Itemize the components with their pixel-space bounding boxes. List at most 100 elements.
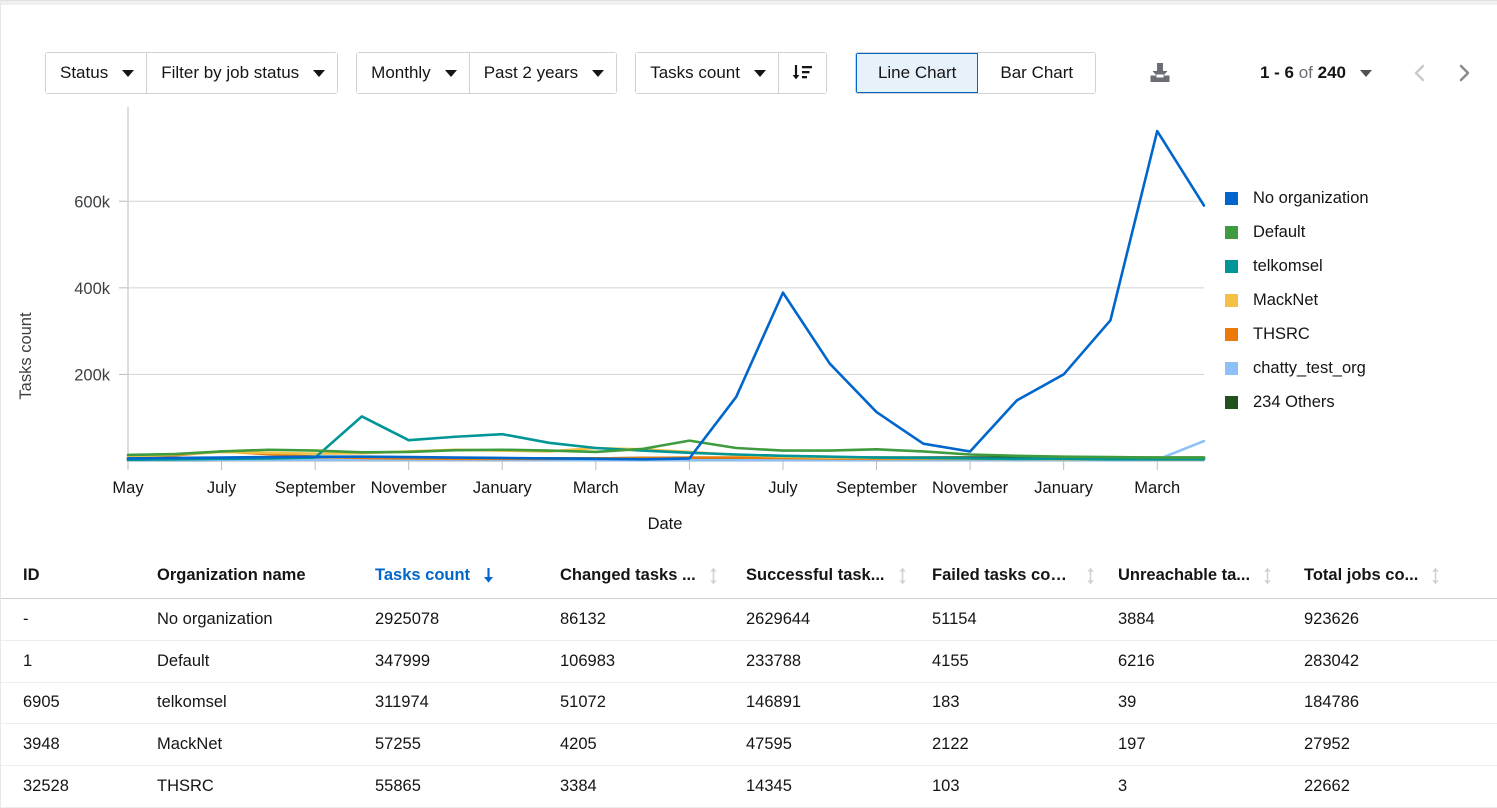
table-cell-unreachable: 3884 xyxy=(1118,609,1155,628)
x-tick-label: November xyxy=(932,479,1009,497)
chevron-left-icon xyxy=(1414,64,1425,82)
table-cell-successful: 146891 xyxy=(746,693,802,712)
legend-item[interactable]: THSRC xyxy=(1225,317,1485,351)
table-cell-org: No organization xyxy=(157,609,273,628)
table-header-label: Failed tasks cou... xyxy=(932,566,1073,584)
sort-descending-button[interactable] xyxy=(777,53,826,93)
legend-item-label: chatty_test_org xyxy=(1253,358,1366,377)
bar-chart-toggle[interactable]: Bar Chart xyxy=(978,53,1096,93)
table-cell-changed: 106983 xyxy=(560,651,616,670)
table-header-cell[interactable]: Successful task... xyxy=(724,566,910,585)
table-header-cell: Organization name xyxy=(135,566,353,585)
x-tick-label: November xyxy=(371,479,448,497)
pagination-of: of xyxy=(1294,63,1318,82)
sort-arrow-down-icon xyxy=(482,567,495,584)
table-header-cell[interactable]: Tasks count xyxy=(353,566,538,585)
chart-legend: No organization Default telkomsel MackNet TH… xyxy=(1225,181,1485,419)
table-cell-unreachable: 6216 xyxy=(1118,651,1155,670)
legend-item[interactable]: MackNet xyxy=(1225,283,1485,317)
table-header-label: Total jobs co... xyxy=(1304,566,1419,584)
table-cell-jobs: 22662 xyxy=(1304,777,1350,796)
table-cell-org: MackNet xyxy=(157,735,223,754)
metric-select[interactable]: Tasks count xyxy=(636,53,778,93)
legend-swatch-icon xyxy=(1225,259,1238,273)
period-filter-group: Monthly Past 2 years xyxy=(356,52,618,94)
table-row[interactable]: 1 Default 347999 106983 233788 4155 6216 283042 xyxy=(1,641,1497,683)
table-cell-failed: 4155 xyxy=(932,651,969,670)
table-header-row: ID Organization name Tasks count Changed ta… xyxy=(1,553,1497,599)
legend-item-label: THSRC xyxy=(1253,324,1310,343)
pagination-next-button[interactable] xyxy=(1442,51,1486,95)
x-tick-label: September xyxy=(836,479,917,497)
sort-both-arrows-icon xyxy=(1430,567,1441,585)
x-tick-label: September xyxy=(275,479,356,497)
chart-y-tick-labels: 200k 400k 600k xyxy=(74,193,111,384)
chart-series-lines xyxy=(126,129,1206,462)
table-cell-unreachable: 197 xyxy=(1118,735,1146,754)
table-row[interactable]: 6905 telkomsel 311974 51072 146891 183 39 18478… xyxy=(1,683,1497,725)
table-row[interactable]: - No organization 2925078 86132 2629644 51154… xyxy=(1,599,1497,641)
table-header-cell[interactable]: Failed tasks cou... xyxy=(910,566,1096,585)
chevron-down-icon xyxy=(592,69,605,77)
legend-item[interactable]: Default xyxy=(1225,215,1485,249)
table-header-label: Unreachable ta... xyxy=(1118,566,1251,584)
pagination: 1 - 6 of 240 xyxy=(1260,45,1486,101)
legend-item[interactable]: telkomsel xyxy=(1225,249,1485,283)
table-cell-successful: 233788 xyxy=(746,651,802,670)
chart-gridlines xyxy=(119,200,1204,375)
chart-x-tick-labels: May July September November January March May J… xyxy=(112,479,1180,497)
chart-axes xyxy=(127,107,1204,470)
organizations-table: ID Organization name Tasks count Changed ta… xyxy=(1,553,1497,808)
legend-item[interactable]: chatty_test_org xyxy=(1225,351,1485,385)
line-chart-toggle[interactable]: Line Chart xyxy=(855,53,979,93)
table-row[interactable]: 3948 MackNet 57255 4205 47595 2122 197 27952 xyxy=(1,724,1497,767)
y-tick-label: 400k xyxy=(74,280,111,298)
legend-swatch-icon xyxy=(1225,225,1238,239)
x-tick-label: January xyxy=(1034,479,1093,497)
table-cell-jobs: 923626 xyxy=(1304,609,1360,628)
chart-container: 200k 400k 600k May July September November Jan… xyxy=(1,101,1497,551)
table-cell-unreachable: 3 xyxy=(1118,777,1128,796)
table-cell-successful: 2629644 xyxy=(746,609,811,628)
legend-item-label: No organization xyxy=(1253,188,1369,207)
job-status-select[interactable]: Filter by job status xyxy=(146,53,338,93)
chevron-down-icon xyxy=(444,69,457,77)
table-cell-jobs: 27952 xyxy=(1304,735,1350,754)
x-tick-label: January xyxy=(473,479,532,497)
export-download-button[interactable] xyxy=(1140,53,1180,93)
legend-item[interactable]: No organization xyxy=(1225,181,1485,215)
status-select[interactable]: Status xyxy=(46,53,147,93)
table-header-cell[interactable]: Changed tasks ... xyxy=(538,566,724,585)
pagination-prev-button[interactable] xyxy=(1398,51,1442,95)
toolbar: Status Filter by job status Monthly Past… xyxy=(1,45,1497,101)
table-cell-failed: 2122 xyxy=(932,735,969,754)
table-cell-jobs: 184786 xyxy=(1304,693,1360,712)
sort-both-arrows-icon xyxy=(897,567,908,585)
table-header-cell[interactable]: Unreachable ta... xyxy=(1096,566,1282,585)
table-row[interactable]: 32528 THSRC 55865 3384 14345 103 3 22662 xyxy=(1,766,1497,808)
table-cell-tasks: 2925078 xyxy=(375,609,440,628)
table-cell-successful: 14345 xyxy=(746,777,792,796)
table-cell-failed: 103 xyxy=(932,777,960,796)
report-page: Status Filter by job status Monthly Past… xyxy=(0,0,1497,808)
chevron-down-icon xyxy=(313,69,326,77)
table-header-cell[interactable]: Total jobs co... xyxy=(1282,566,1497,585)
metric-sort-group: Tasks count xyxy=(635,52,827,94)
x-tick-label: July xyxy=(207,479,237,497)
pagination-dropdown-icon[interactable] xyxy=(1360,69,1372,77)
sort-both-arrows-icon xyxy=(708,567,719,585)
chart-series-line[interactable] xyxy=(126,129,1206,461)
table-cell-org: Default xyxy=(157,651,210,670)
table-header-label: ID xyxy=(23,566,40,584)
table-cell-failed: 51154 xyxy=(932,609,977,628)
granularity-select[interactable]: Monthly xyxy=(357,53,469,93)
pagination-total: 240 xyxy=(1317,63,1346,82)
status-select-label: Status xyxy=(60,63,109,82)
download-icon xyxy=(1150,63,1170,82)
date-range-select[interactable]: Past 2 years xyxy=(468,53,617,93)
sort-descending-icon xyxy=(793,65,813,80)
legend-item[interactable]: 234 Others xyxy=(1225,385,1485,419)
table-cell-id: 32528 xyxy=(23,777,69,796)
table-header-label: Changed tasks ... xyxy=(560,566,696,584)
table-cell-changed: 3384 xyxy=(560,777,597,796)
